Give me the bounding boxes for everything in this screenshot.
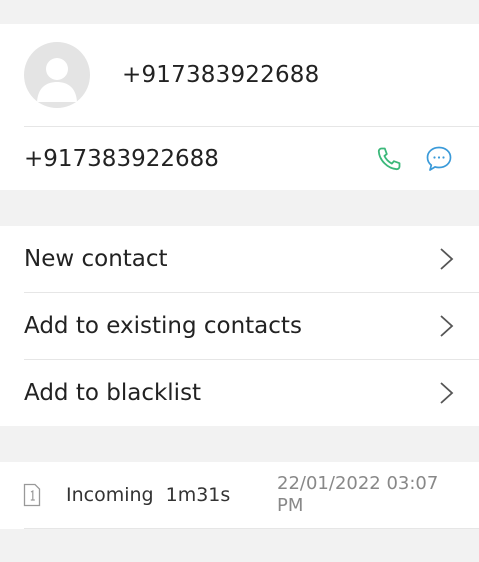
divider: [24, 528, 479, 529]
chevron-right-icon: [440, 248, 454, 270]
sim-1-icon: [23, 483, 41, 507]
call-datetime: 22/01/2022 03:07 PM: [277, 473, 439, 516]
call-type: Incoming: [66, 484, 154, 506]
menu-item-label: Add to blacklist: [24, 380, 202, 406]
call-button[interactable]: [373, 143, 405, 175]
actions-card: New contact Add to existing contacts Add…: [0, 226, 479, 426]
call-log-entry[interactable]: Incoming 1m31s 22/01/2022 03:07 PM: [0, 462, 479, 528]
contact-detail-screen: +917383922688 +917383922688 New contact …: [0, 0, 479, 562]
call-duration: 1m31s: [165, 484, 231, 506]
message-icon: [426, 146, 452, 171]
contact-header: +917383922688: [0, 24, 479, 126]
contact-title: +917383922688: [122, 62, 320, 88]
phone-icon: [377, 147, 401, 170]
phone-number: +917383922688: [24, 145, 219, 172]
phone-number-row[interactable]: +917383922688: [0, 127, 479, 190]
add-to-existing-contacts-item[interactable]: Add to existing contacts: [0, 293, 479, 359]
top-spacer: [0, 0, 479, 24]
chevron-right-icon: [440, 382, 454, 404]
contact-header-card: +917383922688 +917383922688: [0, 24, 479, 190]
person-icon: [37, 58, 77, 102]
menu-item-label: Add to existing contacts: [24, 313, 302, 339]
add-to-blacklist-item[interactable]: Add to blacklist: [0, 360, 479, 426]
call-log-card: Incoming 1m31s 22/01/2022 03:07 PM: [0, 462, 479, 529]
new-contact-item[interactable]: New contact: [0, 226, 479, 292]
message-button[interactable]: [423, 143, 455, 175]
section-spacer: [0, 190, 479, 226]
menu-item-label: New contact: [24, 246, 168, 272]
avatar[interactable]: [24, 42, 90, 108]
section-spacer: [0, 426, 479, 462]
chevron-right-icon: [440, 315, 454, 337]
